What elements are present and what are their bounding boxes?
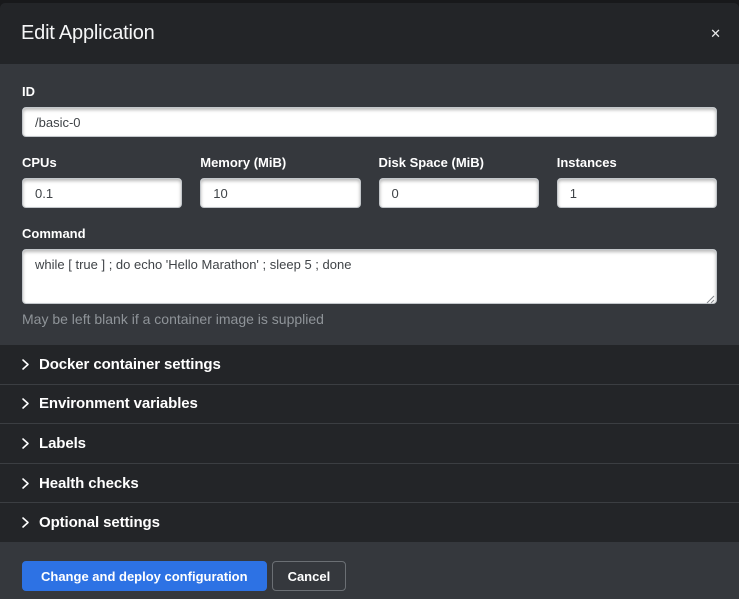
instances-input[interactable] <box>557 178 717 208</box>
section-health-checks[interactable]: Health checks <box>0 463 739 503</box>
command-textarea[interactable]: while [ true ] ; do echo 'Hello Marathon… <box>22 249 717 304</box>
disk-input[interactable] <box>379 178 539 208</box>
instances-label: Instances <box>557 155 717 170</box>
chevron-right-icon <box>21 515 30 530</box>
chevron-right-icon <box>21 357 30 372</box>
section-label: Docker container settings <box>39 356 221 373</box>
modal-title: Edit Application <box>21 22 155 45</box>
section-labels[interactable]: Labels <box>0 423 739 463</box>
modal-header: Edit Application ✕ <box>0 3 739 64</box>
id-input[interactable] <box>22 107 717 137</box>
memory-input[interactable] <box>200 178 360 208</box>
instances-field-group: Instances <box>557 155 717 208</box>
cpus-input[interactable] <box>22 178 182 208</box>
section-optional-settings[interactable]: Optional settings <box>0 502 739 542</box>
resize-handle-icon[interactable] <box>705 291 715 301</box>
application-form: ID CPUs Memory (MiB) Disk Space (MiB) In… <box>0 64 739 345</box>
chevron-right-icon <box>21 476 30 491</box>
chevron-right-icon <box>21 436 30 451</box>
section-label: Labels <box>39 435 86 452</box>
disk-label: Disk Space (MiB) <box>379 155 539 170</box>
cancel-button[interactable]: Cancel <box>272 561 347 591</box>
command-field-group: Command while [ true ] ; do echo 'Hello … <box>22 226 717 327</box>
collapsible-sections: Docker container settings Environment va… <box>0 345 739 542</box>
section-label: Health checks <box>39 475 139 492</box>
section-environment-variables[interactable]: Environment variables <box>0 384 739 424</box>
close-icon[interactable]: ✕ <box>708 23 723 44</box>
chevron-right-icon <box>21 396 30 411</box>
cpus-label: CPUs <box>22 155 182 170</box>
section-label: Environment variables <box>39 395 198 412</box>
command-label: Command <box>22 226 717 241</box>
cpus-field-group: CPUs <box>22 155 182 208</box>
command-help-text: May be left blank if a container image i… <box>22 311 717 327</box>
memory-label: Memory (MiB) <box>200 155 360 170</box>
disk-field-group: Disk Space (MiB) <box>379 155 539 208</box>
edit-application-modal: Edit Application ✕ ID CPUs Memory (MiB) … <box>0 3 739 599</box>
change-and-deploy-button[interactable]: Change and deploy configuration <box>22 561 267 591</box>
modal-footer: Change and deploy configuration Cancel <box>0 542 739 599</box>
id-label: ID <box>22 84 717 99</box>
memory-field-group: Memory (MiB) <box>200 155 360 208</box>
section-label: Optional settings <box>39 514 160 531</box>
id-field-group: ID <box>22 84 717 137</box>
section-docker-container-settings[interactable]: Docker container settings <box>0 345 739 384</box>
resources-row: CPUs Memory (MiB) Disk Space (MiB) Insta… <box>22 155 717 208</box>
